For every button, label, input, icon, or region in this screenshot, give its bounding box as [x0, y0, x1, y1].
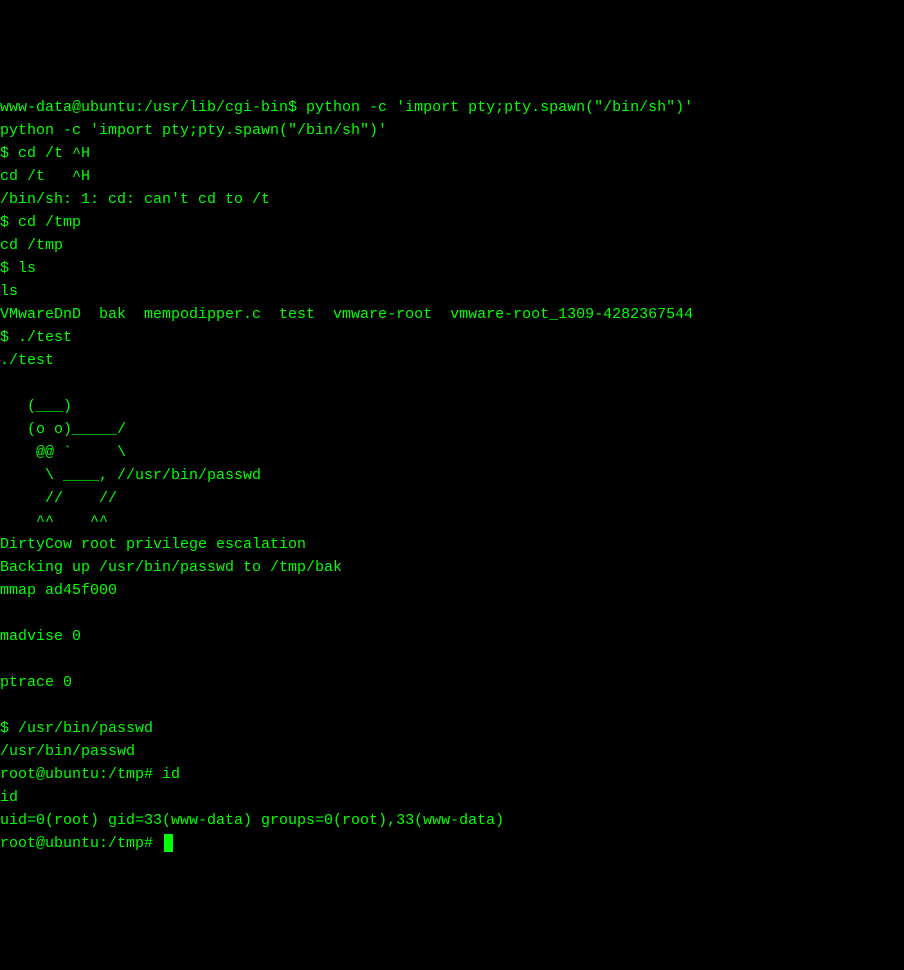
terminal-line: python -c 'import pty;pty.spawn("/bin/sh… — [0, 119, 904, 142]
ascii-art-line: // // — [0, 487, 904, 510]
terminal-line: $ cd /t ^H — [0, 142, 904, 165]
cursor-icon — [164, 834, 173, 852]
terminal-line: cd /tmp — [0, 234, 904, 257]
terminal-line: cd /t ^H — [0, 165, 904, 188]
terminal-line: madvise 0 — [0, 625, 904, 648]
terminal-line: mmap ad45f000 — [0, 579, 904, 602]
terminal-line — [0, 694, 904, 717]
terminal-prompt-current[interactable]: root@ubuntu:/tmp# — [0, 832, 904, 855]
terminal-line: $ cd /tmp — [0, 211, 904, 234]
ascii-art-line: ^^ ^^ — [0, 510, 904, 533]
terminal-line: $ ls — [0, 257, 904, 280]
terminal-line: $ ./test — [0, 326, 904, 349]
ascii-art-line: @@ ` \ — [0, 441, 904, 464]
ascii-art-line: \ ____, //usr/bin/passwd — [0, 464, 904, 487]
terminal-line — [0, 648, 904, 671]
terminal-line: www-data@ubuntu:/usr/lib/cgi-bin$ python… — [0, 96, 904, 119]
terminal-line: DirtyCow root privilege escalation — [0, 533, 904, 556]
terminal-output[interactable]: www-data@ubuntu:/usr/lib/cgi-bin$ python… — [0, 96, 904, 855]
terminal-line: ptrace 0 — [0, 671, 904, 694]
terminal-line — [0, 602, 904, 625]
terminal-line: ls — [0, 280, 904, 303]
terminal-line: $ /usr/bin/passwd — [0, 717, 904, 740]
terminal-line — [0, 372, 904, 395]
prompt-text: root@ubuntu:/tmp# — [0, 835, 162, 852]
terminal-line: VMwareDnD bak mempodipper.c test vmware-… — [0, 303, 904, 326]
terminal-line: root@ubuntu:/tmp# id — [0, 763, 904, 786]
terminal-line: id — [0, 786, 904, 809]
terminal-line: /usr/bin/passwd — [0, 740, 904, 763]
terminal-line: Backing up /usr/bin/passwd to /tmp/bak — [0, 556, 904, 579]
terminal-line: uid=0(root) gid=33(www-data) groups=0(ro… — [0, 809, 904, 832]
ascii-art-line: (o o)_____/ — [0, 418, 904, 441]
terminal-line: /bin/sh: 1: cd: can't cd to /t — [0, 188, 904, 211]
terminal-line: ./test — [0, 349, 904, 372]
ascii-art-line: (___) — [0, 395, 904, 418]
